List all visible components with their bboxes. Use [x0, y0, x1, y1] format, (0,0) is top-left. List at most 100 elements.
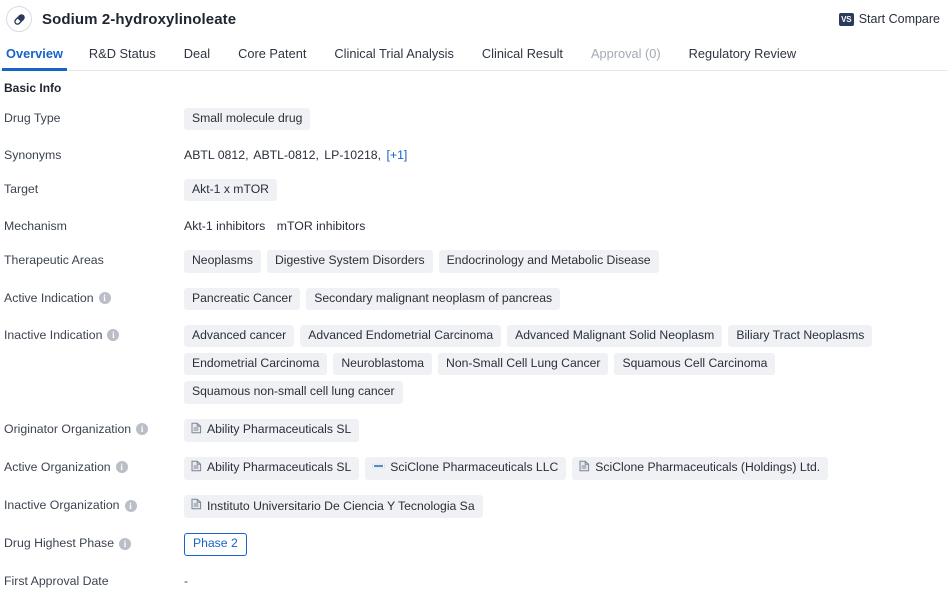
mechanism-list: Akt-1 inhibitors mTOR inhibitors [184, 216, 373, 235]
row-originator-organization: Originator Organization i Ability Pharma… [0, 418, 948, 442]
row-target: Target Akt-1 x mTOR [0, 179, 948, 202]
tab-rd-status[interactable]: R&D Status [75, 47, 170, 70]
start-compare-label: Start Compare [858, 12, 940, 26]
vs-icon: VS [838, 12, 854, 26]
row-active-organization: Active Organization i Ability Pharmaceut… [0, 456, 948, 481]
page-title: Sodium 2-hydroxylinoleate [42, 10, 237, 28]
chip-organization[interactable]: Ability Pharmaceuticals SL [184, 456, 360, 481]
value-drug-type: Small molecule drug [184, 108, 948, 131]
value-active-indication: Pancreatic Cancer Secondary malignant ne… [184, 287, 948, 310]
section-title-basic-info: Basic Info [4, 81, 62, 95]
chip-drug-type[interactable]: Small molecule drug [184, 108, 311, 131]
chip-target[interactable]: Akt-1 x mTOR [184, 179, 277, 202]
label-therapeutic-areas: Therapeutic Areas [4, 250, 184, 268]
info-icon[interactable]: i [119, 537, 132, 550]
document-logo-icon [191, 498, 202, 514]
value-active-organization: Ability Pharmaceuticals SL SciClone Phar… [184, 456, 948, 481]
tab-approval: Approval (0) [590, 46, 661, 62]
info-icon[interactable]: i [115, 461, 128, 474]
row-synonyms: Synonyms ABTL 0812, ABTL-0812, LP-10218,… [0, 145, 948, 164]
info-icon[interactable]: i [124, 499, 137, 512]
value-drug-highest-phase: Phase 2 [184, 533, 948, 556]
label-active-organization: Active Organization i [4, 457, 184, 475]
chip-therapeutic-area[interactable]: Digestive System Disorders [266, 250, 433, 273]
status-badge-phase[interactable]: Phase 2 [184, 533, 247, 556]
info-icon[interactable]: i [107, 329, 120, 342]
row-therapeutic-areas: Therapeutic Areas Neoplasms Digestive Sy… [0, 250, 948, 273]
tab-core-patent[interactable]: Core Patent [224, 47, 320, 70]
value-first-approval-date: - [184, 571, 948, 588]
value-mechanism: Akt-1 inhibitors mTOR inhibitors [184, 216, 948, 235]
app-header: Sodium 2-hydroxylinoleate VS Start Compa… [0, 0, 948, 38]
row-inactive-organization: Inactive Organization i Instituto Univer… [0, 495, 948, 519]
label-originator-organization: Originator Organization i [4, 419, 184, 437]
chip-inactive-indication[interactable]: Advanced Endometrial Carcinoma [300, 324, 502, 348]
value-originator-organization: Ability Pharmaceuticals SL [184, 418, 948, 442]
synonym-item: LP-10218, [324, 148, 382, 163]
chip-inactive-indication[interactable]: Non-Small Cell Lung Cancer [438, 353, 609, 376]
chip-therapeutic-area[interactable]: Endocrinology and Metabolic Disease [438, 250, 659, 273]
tab-overview[interactable]: Overview [2, 47, 75, 71]
label-text: Inactive Organization [4, 498, 120, 513]
label-drug-highest-phase: Drug Highest Phase i [4, 533, 184, 551]
label-text: Active Organization [4, 459, 111, 474]
label-text: Synonyms [4, 148, 62, 163]
info-icon[interactable]: i [98, 292, 111, 305]
label-drug-type: Drug Type [4, 108, 184, 126]
tab-clinical-trial-analysis[interactable]: Clinical Trial Analysis [320, 47, 467, 70]
chip-organization[interactable]: Instituto Universitario De Ciencia Y Tec… [184, 495, 483, 519]
label-active-indication: Active Indication i [4, 288, 184, 306]
start-compare-button[interactable]: VS Start Compare [838, 12, 940, 26]
label-text: Active Indication [4, 290, 94, 305]
chip-inactive-indication[interactable]: Advanced cancer [184, 324, 295, 348]
synonym-item: ABTL 0812, [184, 148, 249, 163]
document-logo-icon [579, 460, 590, 476]
chip-inactive-indication[interactable]: Neuroblastoma [333, 353, 433, 376]
row-drug-highest-phase: Drug Highest Phase i Phase 2 [0, 533, 948, 556]
label-text: Inactive Indication [4, 327, 103, 342]
value-therapeutic-areas: Neoplasms Digestive System Disorders End… [184, 250, 948, 273]
label-synonyms: Synonyms [4, 145, 184, 163]
chip-therapeutic-area[interactable]: Neoplasms [184, 250, 261, 273]
dash-logo-icon [372, 460, 386, 476]
chip-inactive-indication[interactable]: Endometrial Carcinoma [184, 353, 328, 376]
mechanism-item: Akt-1 inhibitors [184, 219, 266, 234]
tab-clinical-result[interactable]: Clinical Result [468, 47, 577, 70]
organization-name: Ability Pharmaceuticals SL [207, 422, 352, 437]
chip-inactive-indication[interactable]: Squamous non-small cell lung cancer [184, 381, 403, 404]
label-text: Mechanism [4, 219, 67, 234]
row-first-approval-date: First Approval Date - [0, 571, 948, 589]
tab-deal[interactable]: Deal [170, 47, 224, 70]
chip-inactive-indication[interactable]: Advanced Malignant Solid Neoplasm [507, 324, 723, 348]
chip-inactive-indication[interactable]: Squamous Cell Carcinoma [614, 353, 776, 376]
value-inactive-indication: Advanced cancer Advanced Endometrial Car… [184, 324, 948, 404]
synonyms-more-link[interactable]: [+1] [386, 148, 407, 162]
chip-organization[interactable]: Ability Pharmaceuticals SL [184, 418, 360, 442]
label-text: Originator Organization [4, 421, 132, 436]
organization-name: Instituto Universitario De Ciencia Y Tec… [207, 498, 475, 513]
chip-active-indication[interactable]: Pancreatic Cancer [184, 287, 301, 310]
label-text: Target [4, 182, 39, 197]
document-logo-icon [191, 422, 202, 438]
label-text: First Approval Date [4, 573, 109, 588]
row-active-indication: Active Indication i Pancreatic Cancer Se… [0, 287, 948, 310]
tab-bar: Overview R&D Status Deal Core Patent Cli… [0, 38, 948, 71]
chip-organization[interactable]: SciClone Pharmaceuticals LLC [365, 456, 567, 481]
row-mechanism: Mechanism Akt-1 inhibitors mTOR inhibito… [0, 216, 948, 235]
overview-content: Basic Info Drug Type Small molecule drug… [0, 71, 948, 588]
tab-regulatory-review[interactable]: Regulatory Review [675, 47, 810, 70]
synonym-item: ABTL-0812, [253, 148, 319, 163]
label-text: Therapeutic Areas [4, 253, 104, 268]
chip-active-indication[interactable]: Secondary malignant neoplasm of pancreas [306, 287, 561, 310]
organization-name: SciClone Pharmaceuticals LLC [390, 460, 559, 475]
label-inactive-indication: Inactive Indication i [4, 325, 184, 343]
row-inactive-indication: Inactive Indication i Advanced cancer Ad… [0, 324, 948, 404]
label-mechanism: Mechanism [4, 216, 184, 234]
chip-inactive-indication[interactable]: Biliary Tract Neoplasms [728, 324, 873, 348]
organization-name: SciClone Pharmaceuticals (Holdings) Ltd. [595, 460, 821, 475]
info-icon[interactable]: i [136, 423, 149, 436]
pill-capsule-icon [6, 6, 32, 32]
row-drug-type: Drug Type Small molecule drug [0, 108, 948, 131]
chip-organization[interactable]: SciClone Pharmaceuticals (Holdings) Ltd. [572, 456, 829, 481]
label-inactive-organization: Inactive Organization i [4, 495, 184, 513]
